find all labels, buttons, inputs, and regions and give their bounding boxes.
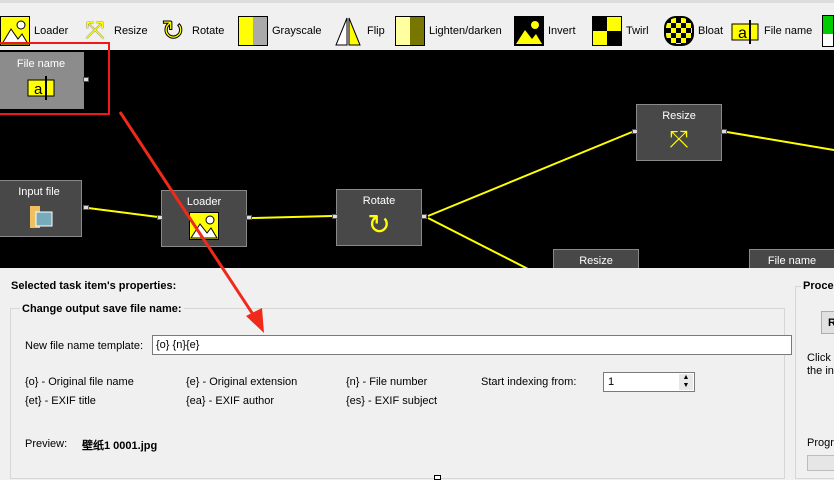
toolbar-flip[interactable]: Flip	[333, 15, 385, 47]
start-index-spinner[interactable]: 1 ▲ ▼	[603, 372, 695, 392]
token-exif-author: {ea} - EXIF author	[186, 395, 275, 407]
toolbar-label: Grayscale	[272, 25, 322, 37]
node-label: Resize	[579, 255, 613, 267]
progress-bar	[807, 455, 834, 471]
toolbar-label: Rotate	[192, 25, 225, 37]
node-file-name-2[interactable]: File name	[749, 249, 834, 268]
node-label: Loader	[186, 196, 222, 208]
node-resize-2[interactable]: Resize	[553, 249, 639, 268]
toolbar-file-name[interactable]: a File name	[730, 15, 812, 47]
process-hint: Click 'l	[807, 352, 834, 364]
template-label: New file name template:	[25, 340, 143, 352]
node-resize[interactable]: Resize ⤧	[632, 104, 727, 161]
flip-icon	[333, 16, 363, 46]
loader-icon	[189, 212, 219, 240]
token-original-name: {o} - Original file name	[25, 376, 134, 388]
token-extension: {e} - Original extension	[186, 376, 298, 388]
grayscale-icon	[238, 16, 268, 46]
toolbar-label: Bloat	[698, 25, 724, 37]
twirl-icon	[592, 16, 622, 46]
toolbar-label: Invert	[548, 25, 576, 37]
progress-label: Progr	[807, 437, 834, 449]
toolbar-label: File name	[764, 25, 813, 37]
node-loader[interactable]: Loader	[157, 190, 252, 247]
file-name-icon: a	[730, 16, 760, 46]
toolbar-label: Lighten/darken	[429, 25, 502, 37]
toolbar-label: Twirl	[626, 25, 649, 37]
bloat-icon	[664, 16, 694, 46]
token-exif-subject: {es} - EXIF subject	[346, 395, 438, 407]
rotate-icon: ↻	[367, 209, 391, 240]
workflow-canvas[interactable]: File name a Input file Loader Rotate ↻ Res…	[0, 50, 834, 268]
toolbar-invert[interactable]: Invert	[514, 15, 576, 47]
toolbar-grayscale[interactable]: Grayscale	[238, 15, 322, 47]
preview-value: 壁纸1 0001.jpg	[82, 440, 158, 452]
toolbar: Loader ⤧ Resize ↻ Rotate Grayscale Flip Li…	[0, 0, 834, 50]
node-label: Resize	[662, 110, 696, 122]
token-file-number: {n} - File number	[346, 376, 428, 388]
properties-panel: Selected task item's properties: Change …	[0, 268, 834, 480]
start-index-label: Start indexing from:	[481, 376, 577, 388]
spinner-arrows-icon[interactable]: ▲ ▼	[679, 374, 693, 390]
rotate-icon: ↻	[161, 15, 185, 46]
toolbar-next-icon[interactable]	[822, 15, 834, 47]
file-name-group	[10, 308, 785, 479]
splitter-handle[interactable]	[434, 475, 441, 480]
toolbar-rotate[interactable]: ↻ Rotate	[158, 15, 225, 47]
start-index-value: 1	[608, 376, 615, 388]
toolbar-bloat[interactable]: Bloat	[664, 15, 723, 47]
process-hint-2: the in	[807, 365, 834, 377]
invert-icon	[514, 16, 544, 46]
template-input[interactable]	[152, 335, 792, 355]
properties-title: Selected task item's properties:	[11, 280, 177, 292]
token-exif-title: {et} - EXIF title	[25, 395, 96, 407]
svg-text:a: a	[738, 25, 747, 42]
resize-icon: ⤧	[669, 126, 689, 153]
preview-label: Preview:	[25, 438, 68, 450]
toolbar-twirl[interactable]: Twirl	[592, 15, 649, 47]
folder-image-icon	[24, 202, 54, 230]
node-label: File name	[767, 255, 817, 267]
toolbar-label: Loader	[34, 25, 69, 37]
node-label: Rotate	[362, 195, 396, 207]
process-title: Proce	[803, 280, 834, 292]
run-button[interactable]: R	[821, 311, 834, 334]
toolbar-lighten-darken[interactable]: Lighten/darken	[395, 15, 502, 47]
highlight-box	[0, 42, 110, 115]
lighten-darken-icon	[395, 16, 425, 46]
node-label: Input file	[18, 186, 60, 198]
node-input-file[interactable]: Input file	[0, 180, 89, 237]
toolbar-label: Resize	[114, 25, 148, 37]
node-rotate[interactable]: Rotate ↻	[332, 189, 427, 246]
group-title: Change output save file name:	[22, 303, 182, 315]
toolbar-label: Flip	[367, 25, 385, 37]
